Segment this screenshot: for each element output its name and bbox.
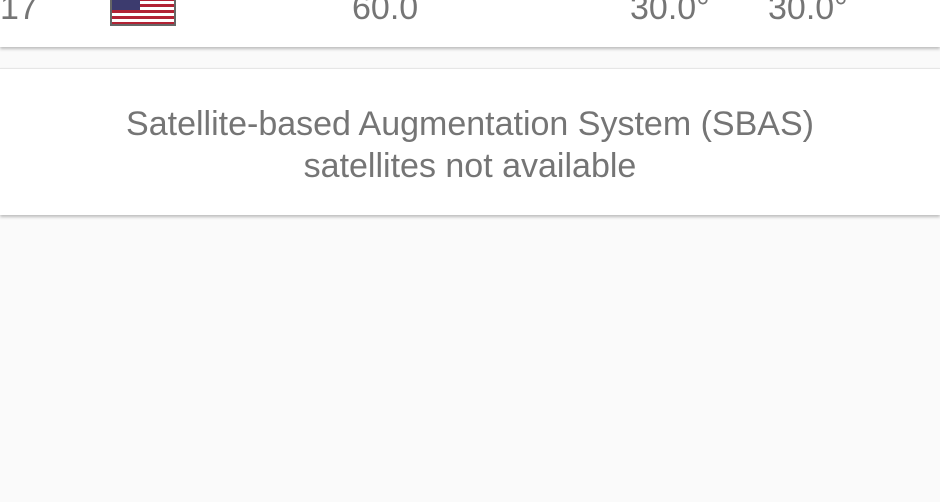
satellite-elevation: 30.0°: [630, 0, 710, 27]
satellite-cn0: 60.0: [352, 0, 419, 27]
sbas-message-line2: satellites not available: [303, 147, 637, 185]
us-flag-icon: [110, 0, 176, 26]
sbas-card: Satellite-based Augmentation System (SBA…: [0, 68, 940, 215]
satellite-id: 17: [0, 0, 38, 27]
satellite-azimuth: 30.0°: [768, 0, 848, 27]
sbas-unavailable-message: Satellite-based Augmentation System (SBA…: [0, 103, 940, 187]
gnss-satellite-card: 17 60.0 30.0° 30.0°: [0, 0, 940, 47]
sbas-message-line1: Satellite-based Augmentation System (SBA…: [126, 105, 814, 143]
